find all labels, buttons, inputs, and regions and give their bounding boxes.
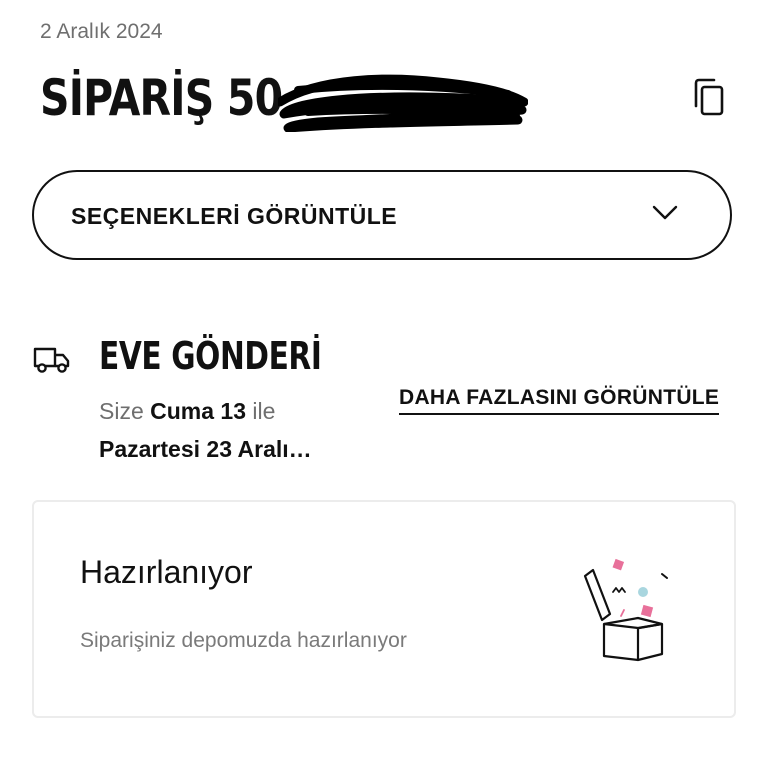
open-box-icon xyxy=(583,558,668,662)
delivery-estimate-line-1: Size Cuma 13 ile xyxy=(99,398,275,425)
copy-order-number-button[interactable] xyxy=(692,78,726,118)
status-title: Hazırlanıyor xyxy=(80,554,253,590)
view-more-link[interactable]: DAHA FAZLASINI GÖRÜNTÜLE xyxy=(399,386,720,415)
delivery-prefix: Size xyxy=(99,398,151,424)
order-title-row: SİPARİŞ 50 xyxy=(40,62,730,134)
order-date: 2 Aralık 2024 xyxy=(40,20,163,43)
view-options-dropdown[interactable]: SEÇENEKLERİ GÖRÜNTÜLE xyxy=(32,170,732,260)
delivery-suffix: ile xyxy=(246,398,276,424)
order-title: SİPARİŞ 50 xyxy=(40,69,283,127)
delivery-method-title: EVE GÖNDERİ xyxy=(99,334,322,378)
delivery-end-day: Pazartesi 23 Aralı… xyxy=(99,436,312,462)
chevron-down-icon xyxy=(652,205,678,220)
delivery-start-day: Cuma 13 xyxy=(150,398,247,424)
status-description: Siparişiniz depomuzda hazırlanıyor xyxy=(80,629,407,652)
order-detail-page: 2 Aralık 2024 SİPARİŞ 50 SEÇENEKLERİ GÖR… xyxy=(0,0,768,768)
copy-icon xyxy=(694,78,724,116)
truck-icon xyxy=(33,347,70,373)
redaction-scribble xyxy=(278,74,528,132)
order-status-card: Hazırlanıyor Siparişiniz depomuzda hazır… xyxy=(32,500,736,718)
view-options-label: SEÇENEKLERİ GÖRÜNTÜLE xyxy=(71,203,398,229)
